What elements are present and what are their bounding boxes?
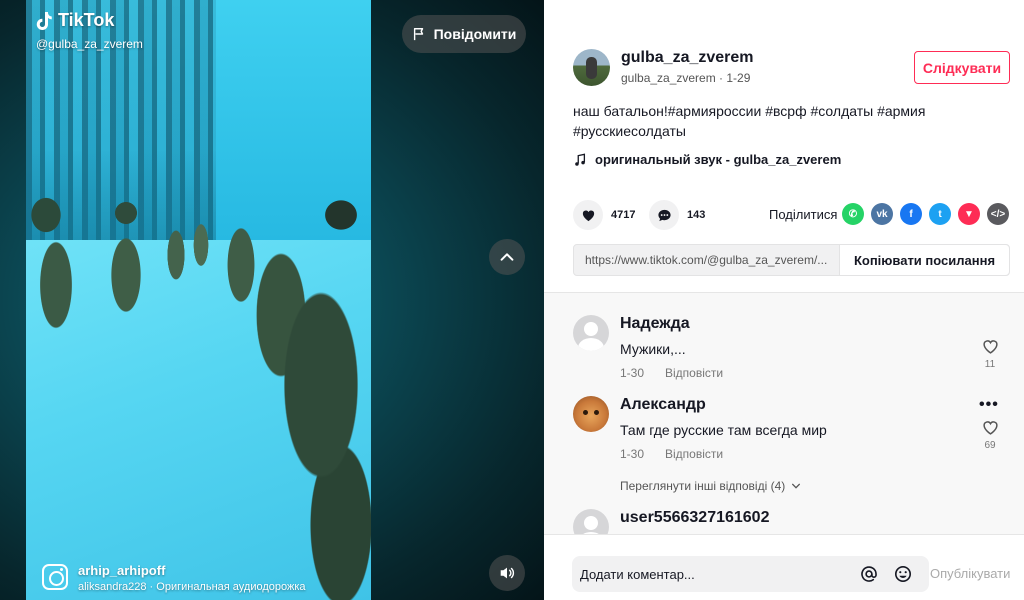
- author-meta: gulba_za_zverem · 1-29: [621, 71, 751, 85]
- commenter-name[interactable]: Александр: [620, 396, 706, 414]
- telegram-icon[interactable]: ▼: [958, 203, 980, 225]
- post-info: gulba_za_zverem gulba_za_zverem · 1-29 С…: [544, 0, 1024, 292]
- instagram-icon: [42, 564, 68, 590]
- heart-outline-icon: [982, 421, 998, 435]
- video-soldiers-right: [221, 195, 371, 600]
- previous-video-button[interactable]: [489, 239, 525, 275]
- watermark-handle: @gulba_za_zverem: [36, 37, 143, 51]
- volume-button[interactable]: [489, 555, 525, 591]
- comment-icon: [657, 209, 671, 221]
- comment-like-button[interactable]: 69: [980, 419, 1000, 451]
- share-label: Поділитися: [769, 207, 838, 222]
- post-caption: наш батальон!#армияроссии #всрф #солдаты…: [573, 103, 926, 139]
- flag-icon: [413, 28, 423, 41]
- share-icons: ✆ vk f t ▼ </>: [842, 203, 1009, 225]
- music-title: оригинальный звук - gulba_za_zverem: [595, 152, 842, 167]
- comment-item: Надежда Мужики,... 1-30 Відповісти 11: [573, 315, 1013, 395]
- video-soldiers-left: [26, 195, 226, 405]
- commenter-name[interactable]: user5566327161602: [620, 509, 769, 527]
- commenter-avatar[interactable]: [573, 396, 609, 432]
- comment-like-button[interactable]: 11: [980, 338, 1000, 370]
- comment-like-count: 11: [984, 359, 996, 370]
- view-replies-label: Переглянути інші відповіді (4): [620, 479, 786, 493]
- chevron-down-icon: [792, 483, 801, 489]
- music-link[interactable]: оригинальный звук - gulba_za_zverem: [573, 152, 841, 167]
- emoji-icon[interactable]: [894, 565, 912, 583]
- comment-count-button[interactable]: 143: [649, 200, 705, 230]
- comment-date: 1-30: [620, 366, 645, 380]
- heart-icon: [582, 210, 594, 221]
- reply-button[interactable]: Відповісти: [665, 366, 723, 380]
- commenter-name[interactable]: Надежда: [620, 315, 690, 333]
- like-button[interactable]: 4717: [573, 200, 635, 230]
- copy-link-button[interactable]: Копіювати посилання: [839, 245, 1009, 275]
- comment-bubble: [649, 200, 679, 230]
- video-link[interactable]: https://www.tiktok.com/@gulba_za_zverem/…: [574, 245, 839, 275]
- volume-icon: [500, 567, 515, 579]
- watermark-user: arhip_arhipoff: [78, 563, 166, 578]
- heart-outline-icon: [982, 340, 998, 354]
- watermark-sound: aliksandra228 · Оригинальная аудиодорожк…: [78, 581, 306, 593]
- tiktok-logo-icon: [36, 11, 52, 30]
- mention-icon[interactable]: [860, 565, 878, 583]
- comment-like-count: 69: [984, 440, 996, 451]
- author-name[interactable]: gulba_za_zverem: [621, 49, 754, 67]
- link-box: https://www.tiktok.com/@gulba_za_zverem/…: [573, 244, 1010, 276]
- commenter-avatar[interactable]: [573, 315, 609, 351]
- comment-text: Там где русские там всегда мир: [620, 422, 827, 438]
- like-count: 4717: [611, 209, 636, 221]
- whatsapp-icon[interactable]: ✆: [842, 203, 864, 225]
- facebook-icon[interactable]: f: [900, 203, 922, 225]
- comment-date: 1-30: [620, 447, 645, 461]
- like-bubble: [573, 200, 603, 230]
- comment-text: Мужики,...: [620, 341, 686, 357]
- follow-button[interactable]: Слідкувати: [914, 51, 1010, 84]
- report-label: Повідомити: [433, 26, 517, 42]
- post-comment-button[interactable]: Опублікувати: [930, 566, 1010, 581]
- comment-count: 143: [687, 209, 706, 221]
- vk-icon[interactable]: vk: [871, 203, 893, 225]
- tiktok-logo: TikTok: [36, 10, 114, 31]
- video-player[interactable]: [26, 0, 371, 600]
- video-pane: TikTok @gulba_za_zverem Повідомити arhip…: [0, 0, 544, 600]
- chevron-up-icon: [500, 253, 514, 261]
- comment-item: Александр ••• Там где русские там всегда…: [573, 396, 1013, 476]
- view-more-replies[interactable]: Переглянути інші відповіді (4): [620, 479, 801, 493]
- twitter-icon[interactable]: t: [929, 203, 951, 225]
- embed-icon[interactable]: </>: [987, 203, 1009, 225]
- tiktok-logo-text: TikTok: [58, 10, 115, 30]
- report-button[interactable]: Повідомити: [402, 15, 526, 53]
- commenter-avatar[interactable]: [573, 509, 609, 534]
- comment-bar: Опублікувати: [544, 534, 1024, 600]
- music-note-icon: [575, 153, 586, 166]
- author-avatar[interactable]: [573, 49, 610, 86]
- comment-item: user5566327161602: [573, 509, 1013, 534]
- reply-button[interactable]: Відповісти: [665, 447, 723, 461]
- more-options-icon[interactable]: •••: [979, 396, 999, 414]
- comments-list[interactable]: Надежда Мужики,... 1-30 Відповісти 11 Ал…: [544, 292, 1024, 534]
